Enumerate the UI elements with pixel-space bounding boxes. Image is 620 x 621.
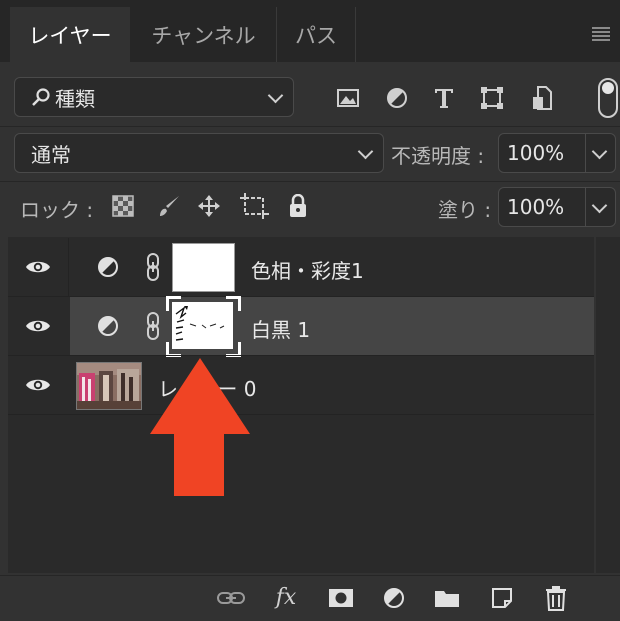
new-group-folder-icon[interactable] xyxy=(433,585,461,611)
bottom-toolbar: fx xyxy=(0,575,620,621)
blend-mode-value: 通常 xyxy=(31,142,71,167)
filter-kind-label: 種類 xyxy=(55,86,95,111)
mask-selection-corner xyxy=(226,296,241,311)
eye-icon xyxy=(26,320,50,332)
chevron-down-icon xyxy=(591,197,608,214)
lock-position-icon[interactable] xyxy=(196,193,222,219)
layer-mask-thumbnail[interactable] xyxy=(172,243,235,292)
tab-bar: レイヤー チャンネル パス xyxy=(0,0,620,62)
layer-row-layer-0[interactable]: レイヤー 0 xyxy=(8,356,594,414)
type-filter-icon[interactable] xyxy=(432,85,456,111)
search-icon xyxy=(32,88,50,106)
tab-paths[interactable]: パス xyxy=(277,7,356,62)
adjustment-layer-icon xyxy=(96,314,120,338)
divider xyxy=(0,126,620,127)
lock-label: ロック : xyxy=(20,198,94,222)
layer-style-fx-icon[interactable]: fx xyxy=(272,582,300,612)
opacity-value: 100% xyxy=(507,141,565,165)
lock-image-pixels-icon[interactable] xyxy=(156,193,182,219)
mask-link-icon[interactable] xyxy=(146,252,160,282)
new-layer-icon[interactable] xyxy=(488,584,516,612)
mask-link-icon[interactable] xyxy=(146,311,160,341)
chevron-down-icon xyxy=(267,87,284,104)
layer-name[interactable]: 色相・彩度1 xyxy=(251,255,364,284)
smart-object-filter-icon[interactable] xyxy=(530,85,554,111)
fill-label: 塗り : xyxy=(438,198,492,222)
tab-paths-label: パス xyxy=(295,23,337,48)
panel-menu-icon[interactable] xyxy=(592,27,612,41)
visibility-toggle[interactable] xyxy=(8,297,68,355)
visibility-toggle[interactable] xyxy=(8,238,69,296)
tab-layers[interactable]: レイヤー xyxy=(10,7,130,62)
delete-trash-icon[interactable] xyxy=(542,583,570,613)
filter-toggle-switch[interactable] xyxy=(598,78,618,118)
adjustment-layer-icon xyxy=(96,255,120,279)
blend-mode-select[interactable]: 通常 xyxy=(14,133,384,173)
divider xyxy=(0,181,620,182)
layer-name[interactable]: 白黒 1 xyxy=(251,314,310,343)
filter-kind-select[interactable]: 種類 xyxy=(14,77,294,117)
visibility-toggle[interactable] xyxy=(8,356,68,414)
lock-transparent-pixels-icon[interactable] xyxy=(111,194,135,218)
row-divider xyxy=(8,414,594,415)
red-arrow-annotation xyxy=(150,358,250,496)
lock-all-icon[interactable] xyxy=(286,193,310,219)
tab-channels[interactable]: チャンネル xyxy=(131,7,277,62)
shape-filter-icon[interactable] xyxy=(480,86,504,110)
image-filter-icon[interactable] xyxy=(336,86,360,110)
chevron-down-icon xyxy=(357,143,374,160)
fill-value: 100% xyxy=(507,195,565,219)
new-adjustment-layer-icon[interactable] xyxy=(380,584,408,612)
chevron-down-icon xyxy=(591,143,608,160)
opacity-input[interactable]: 100% xyxy=(498,133,616,173)
link-layers-icon[interactable] xyxy=(217,585,245,611)
mask-selection-corner xyxy=(166,296,181,311)
layer-row-black-white[interactable]: 白黒 1 xyxy=(8,296,594,357)
mask-strokes xyxy=(175,306,225,341)
adjustment-filter-icon[interactable] xyxy=(385,86,409,110)
fill-input[interactable]: 100% xyxy=(498,187,616,227)
photo-thumbnail-image xyxy=(77,363,141,409)
eye-icon xyxy=(26,261,50,273)
tab-layers-label: レイヤー xyxy=(28,23,112,48)
layer-mask-thumbnail[interactable] xyxy=(172,302,233,349)
opacity-label: 不透明度 : xyxy=(391,144,485,168)
layer-image-thumbnail[interactable] xyxy=(76,362,142,410)
layer-list-scrollbar[interactable] xyxy=(596,237,620,573)
eye-icon xyxy=(26,379,50,391)
lock-artboard-icon[interactable] xyxy=(240,192,270,220)
add-mask-icon[interactable] xyxy=(327,585,355,611)
layer-row-hue-saturation[interactable]: 色相・彩度1 xyxy=(8,238,594,296)
tab-channels-label: チャンネル xyxy=(151,23,256,48)
